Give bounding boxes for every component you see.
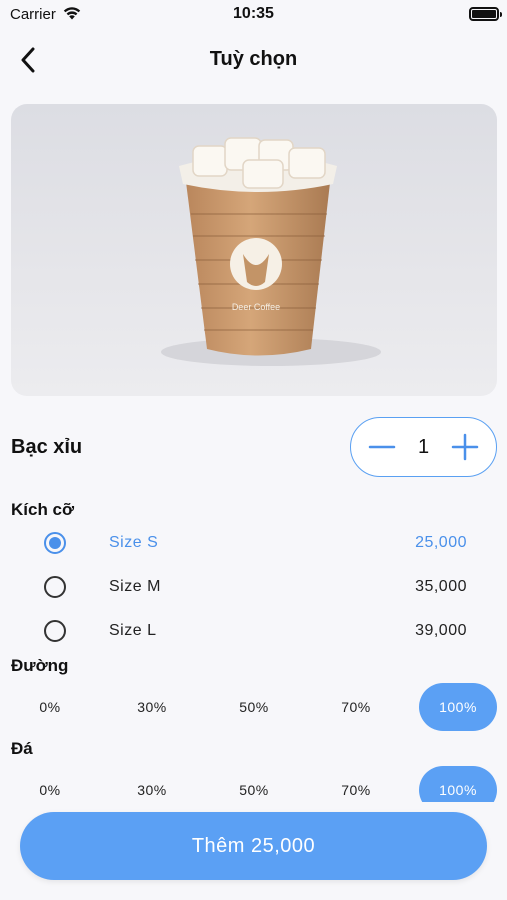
navigation-bar: Tuỳ chọn <box>0 36 507 84</box>
size-option-s[interactable]: Size S 25,000 <box>0 524 507 564</box>
quantity-stepper: 1 <box>350 417 497 477</box>
minus-icon <box>368 445 396 449</box>
size-name: Size M <box>109 578 161 595</box>
size-section-label: Kích cỡ <box>11 500 75 519</box>
sugar-option-100[interactable]: 100% <box>419 683 497 731</box>
battery-icon <box>469 7 502 21</box>
sugar-option-30[interactable]: 30% <box>113 683 191 731</box>
ice-option-30[interactable]: 30% <box>113 766 191 802</box>
ice-option-70[interactable]: 70% <box>317 766 395 802</box>
sugar-option-70[interactable]: 70% <box>317 683 395 731</box>
size-name: Size S <box>109 534 159 551</box>
size-price: 39,000 <box>415 622 467 639</box>
size-price: 35,000 <box>415 578 467 595</box>
radio-icon[interactable] <box>44 576 66 598</box>
ice-options: 0% 30% 50% 70% 100% <box>0 766 507 802</box>
increase-button[interactable] <box>448 430 482 464</box>
sugar-options: 0% 30% 50% 70% 100% <box>0 683 507 733</box>
radio-selected-icon[interactable] <box>44 532 66 554</box>
ice-section-label: Đá <box>11 739 33 758</box>
ice-option-0[interactable]: 0% <box>11 766 89 802</box>
size-option-m[interactable]: Size M 35,000 <box>0 568 507 608</box>
size-price: 25,000 <box>415 534 467 551</box>
sugar-section-label: Đường <box>11 656 69 675</box>
ice-option-100[interactable]: 100% <box>419 766 497 802</box>
cup-logo-text: Deer Coffee <box>232 302 280 312</box>
sugar-option-50[interactable]: 50% <box>215 683 293 731</box>
status-time: 10:35 <box>233 5 274 22</box>
page-title: Tuỳ chọn <box>209 48 298 70</box>
status-bar: Carrier 10:35 <box>0 0 507 30</box>
size-option-l[interactable]: Size L 39,000 <box>0 612 507 652</box>
product-name: Bạc xỉu <box>11 436 83 458</box>
decrease-button[interactable] <box>365 430 399 464</box>
radio-icon[interactable] <box>44 620 66 642</box>
plus-icon <box>451 433 479 461</box>
ice-option-50[interactable]: 50% <box>215 766 293 802</box>
add-to-cart-button[interactable]: Thêm 25,000 <box>20 812 487 880</box>
sugar-option-0[interactable]: 0% <box>11 683 89 731</box>
quantity-value: 1 <box>417 435 430 458</box>
product-image: Deer Coffee <box>11 104 497 396</box>
size-name: Size L <box>109 622 157 639</box>
iced-coffee-cup-image: Deer Coffee <box>161 137 381 366</box>
